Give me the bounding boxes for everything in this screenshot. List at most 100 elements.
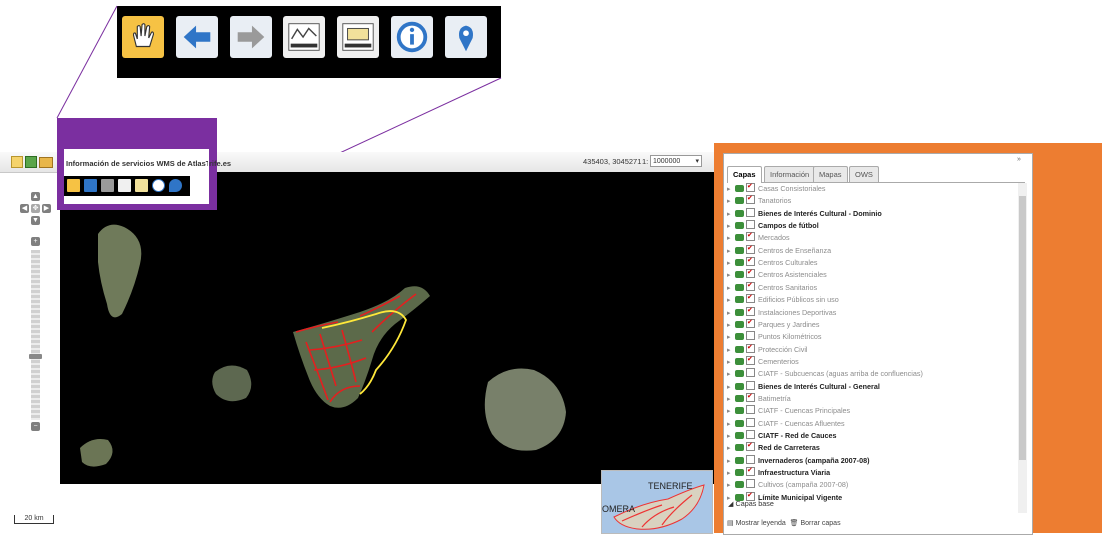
layer-checkbox[interactable] <box>746 317 755 329</box>
layer-checkbox[interactable] <box>746 183 755 193</box>
collapse-button[interactable]: » <box>1017 156 1021 163</box>
layer-row[interactable]: ▸ Instalaciones Deportivas <box>727 305 836 319</box>
measure-area-icon[interactable] <box>135 179 148 192</box>
expand-icon[interactable]: ▸ <box>727 344 735 356</box>
layer-row[interactable]: ▸ CIATF - Cuencas Afluentes <box>727 417 845 430</box>
show-legend-button[interactable]: Mostrar leyenda <box>736 520 786 527</box>
layer-row[interactable]: ▸ Cementerios <box>727 354 799 368</box>
layer-row[interactable]: ▸ Casas Consistoriales <box>727 183 826 195</box>
tab-capas[interactable]: Capas <box>727 166 762 183</box>
forward-arrow-icon[interactable] <box>101 179 114 192</box>
layer-row[interactable]: ▸ Infraestructura Viaria <box>727 465 830 479</box>
layer-checkbox[interactable] <box>746 417 755 427</box>
layer-row[interactable]: ▸ Batimetría <box>727 391 791 405</box>
expand-icon[interactable]: ▸ <box>727 442 735 454</box>
layer-row[interactable]: ▸ Bienes de Interés Cultural - Dominio <box>727 207 882 220</box>
base-layers-group[interactable]: ◢ Capas base <box>728 499 774 508</box>
layer-checkbox[interactable] <box>746 440 755 452</box>
layer-checkbox[interactable] <box>746 465 755 477</box>
expand-icon[interactable]: ▸ <box>727 467 735 479</box>
scale-select[interactable]: 1000000 ▾ <box>650 155 702 167</box>
overview-map[interactable]: TENERIFE OMERA <box>601 470 713 534</box>
layer-row[interactable]: ▸ Parques y Jardines <box>727 317 820 331</box>
expand-icon[interactable]: ▸ <box>727 208 735 220</box>
layer-checkbox[interactable] <box>746 368 755 378</box>
tab-mapas[interactable]: Mapas <box>813 166 848 182</box>
scrollbar-thumb[interactable] <box>1019 196 1026 460</box>
expand-icon[interactable]: ▸ <box>727 257 735 269</box>
layer-checkbox[interactable] <box>746 391 755 403</box>
pan-down-button[interactable]: ▼ <box>31 216 40 225</box>
measure-line-icon[interactable] <box>118 179 131 192</box>
layer-checkbox[interactable] <box>746 193 755 205</box>
forward-arrow-icon[interactable] <box>230 16 272 58</box>
layer-checkbox[interactable] <box>746 243 755 255</box>
zoom-extent-button[interactable]: ✥ <box>31 204 40 213</box>
expand-icon[interactable]: ▸ <box>727 356 735 368</box>
expand-icon[interactable]: ▸ <box>727 195 735 207</box>
expand-icon[interactable]: ▸ <box>727 393 735 405</box>
back-arrow-icon[interactable] <box>84 179 97 192</box>
marker-pin-icon[interactable] <box>445 16 487 58</box>
layer-checkbox[interactable] <box>746 380 755 390</box>
layer-row[interactable]: ▸ CIATF - Red de Cauces <box>727 430 837 442</box>
pan-left-button[interactable]: ◀ <box>20 204 29 213</box>
layer-row[interactable]: ▸ Protección Civil <box>727 342 808 356</box>
zoom-slider[interactable] <box>31 250 40 420</box>
layer-checkbox[interactable] <box>746 280 755 292</box>
back-arrow-icon[interactable] <box>176 16 218 58</box>
expand-icon[interactable]: ▸ <box>727 220 735 232</box>
layer-checkbox[interactable] <box>746 292 755 304</box>
clear-layers-button[interactable]: Borrar capas <box>801 520 841 527</box>
info-icon[interactable] <box>391 16 433 58</box>
layer-row[interactable]: ▸ Centros Culturales <box>727 255 818 269</box>
layer-row[interactable]: ▸ Centros Asistenciales <box>727 267 827 281</box>
expand-icon[interactable]: ▸ <box>727 245 735 257</box>
pan-right-button[interactable]: ▶ <box>42 204 51 213</box>
marker-pin-icon[interactable] <box>169 179 182 192</box>
pan-up-button[interactable]: ▲ <box>31 192 40 201</box>
expand-icon[interactable]: ▸ <box>727 381 735 393</box>
layer-checkbox[interactable] <box>746 255 755 267</box>
zoom-out-button[interactable]: − <box>31 422 40 431</box>
layer-row[interactable]: ▸ Campos de fútbol <box>727 220 819 232</box>
expand-icon[interactable]: ▸ <box>727 319 735 331</box>
layer-row[interactable]: ▸ Mercados <box>727 230 790 244</box>
layer-row[interactable]: ▸ CIATF - Subcuencas (aguas arriba de con… <box>727 368 923 380</box>
zoom-slider-handle[interactable] <box>29 354 42 359</box>
info-icon[interactable] <box>152 179 165 192</box>
pan-hand-icon[interactable] <box>67 179 80 192</box>
tab-informacion[interactable]: Información <box>764 166 816 182</box>
measure-area-icon[interactable] <box>337 16 379 58</box>
layer-checkbox[interactable] <box>746 454 755 464</box>
layer-checkbox[interactable] <box>746 354 755 366</box>
map-canvas[interactable] <box>60 172 715 484</box>
layer-checkbox[interactable] <box>746 405 755 415</box>
layer-checkbox[interactable] <box>746 267 755 279</box>
layer-row[interactable]: ▸ Edificios Públicos sin uso <box>727 292 839 306</box>
expand-icon[interactable]: ▸ <box>727 269 735 281</box>
layer-row[interactable]: ▸ Centros de Enseñanza <box>727 243 831 257</box>
layer-checkbox[interactable] <box>746 342 755 354</box>
expand-icon[interactable]: ▸ <box>727 368 735 380</box>
layer-row[interactable]: ▸ Red de Carreteras <box>727 440 820 454</box>
layer-checkbox[interactable] <box>746 220 755 230</box>
layer-checkbox[interactable] <box>746 479 755 489</box>
new-icon[interactable] <box>11 156 23 168</box>
save-icon[interactable] <box>25 156 37 168</box>
expand-icon[interactable]: ▸ <box>727 307 735 319</box>
tab-ows[interactable]: OWS <box>849 166 879 182</box>
expand-icon[interactable]: ▸ <box>727 418 735 430</box>
layer-row[interactable]: ▸ Tanatorios <box>727 193 791 207</box>
layer-row[interactable]: ▸ Puntos Kilométricos <box>727 331 822 343</box>
zoom-in-button[interactable]: + <box>31 237 40 246</box>
layer-row[interactable]: ▸ Cultivos (campaña 2007-08) <box>727 479 848 491</box>
layer-checkbox[interactable] <box>746 230 755 242</box>
expand-icon[interactable]: ▸ <box>727 282 735 294</box>
expand-icon[interactable]: ▸ <box>727 405 735 417</box>
layer-checkbox[interactable] <box>746 207 755 217</box>
expand-icon[interactable]: ▸ <box>727 183 735 195</box>
expand-icon[interactable]: ▸ <box>727 232 735 244</box>
expand-icon[interactable]: ▸ <box>727 430 735 442</box>
layer-checkbox[interactable] <box>746 430 755 439</box>
